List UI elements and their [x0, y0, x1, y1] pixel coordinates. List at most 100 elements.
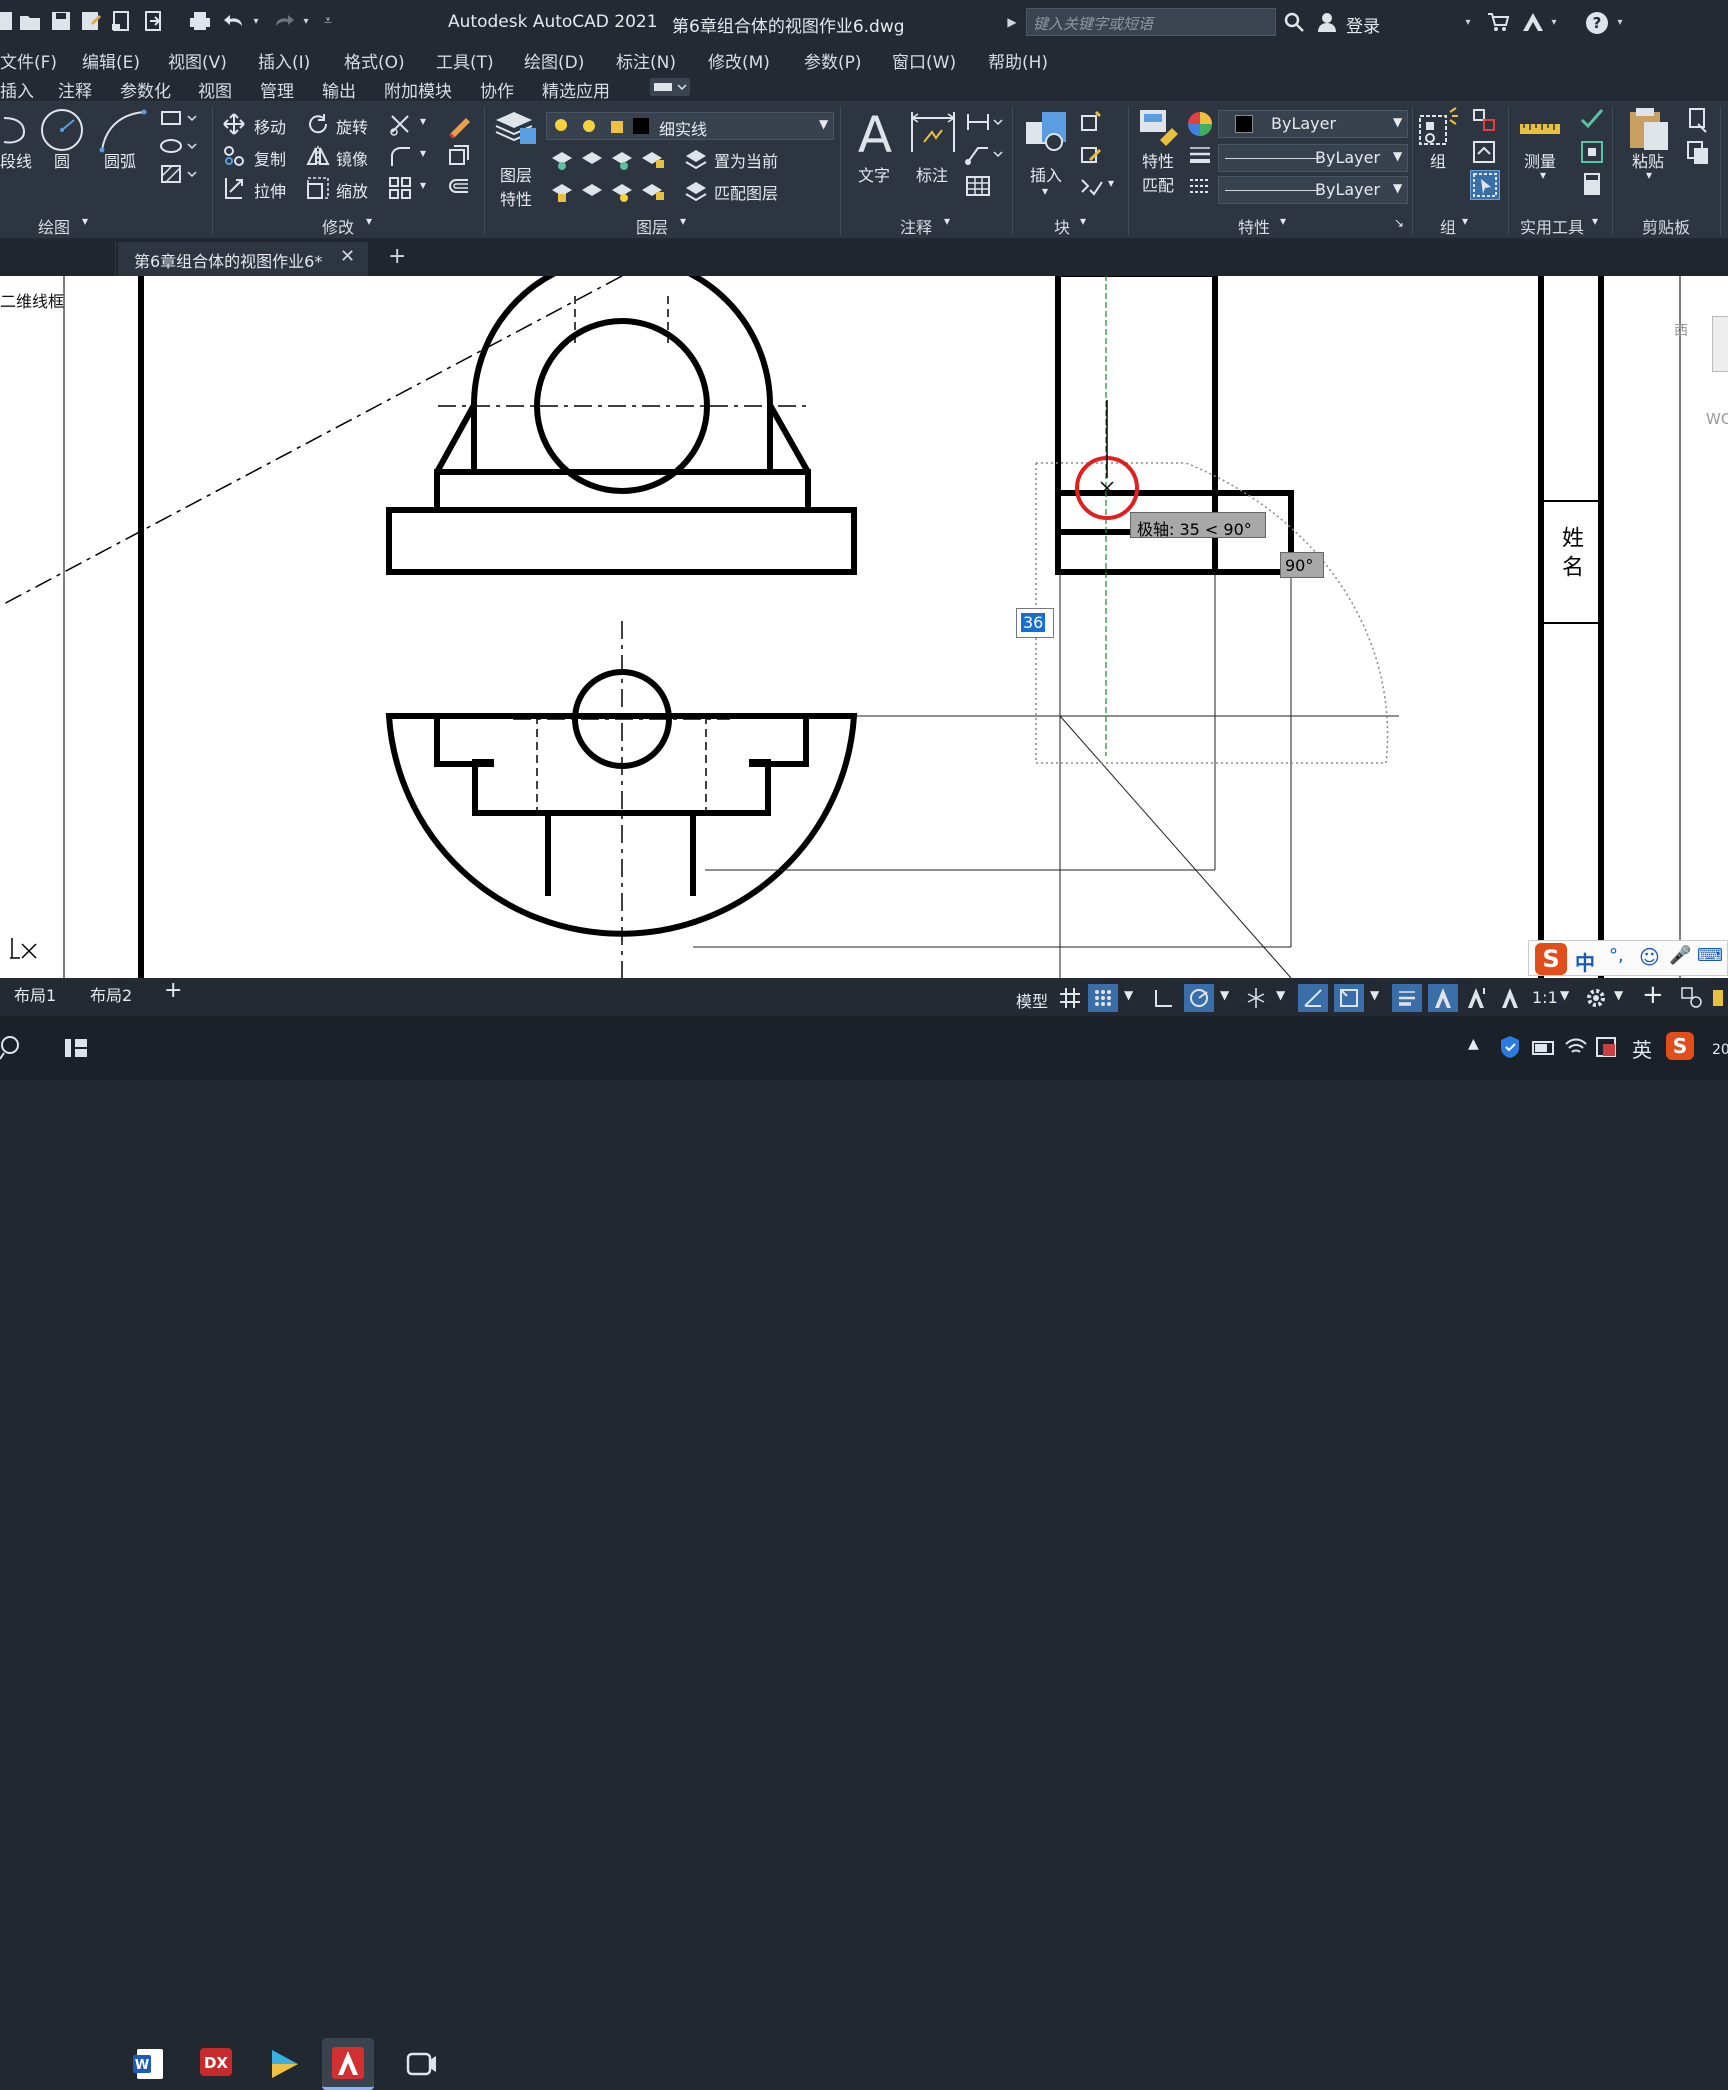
match-properties-label-1[interactable]: 特性 [1142, 148, 1174, 172]
drawing-canvas[interactable]: 二维线框 极轴: 35 < 90° 90° 36 姓 名 西 WC S 中 °,… [0, 276, 1728, 978]
linetype-dropdown[interactable]: ByLayer ▼ [1218, 176, 1408, 204]
auto-scale-icon[interactable] [1462, 984, 1490, 1012]
copy-label[interactable]: 复制 [254, 146, 286, 170]
paste-dropdown-icon[interactable]: ▾ [1646, 168, 1652, 182]
annotation-scale-value[interactable]: 1:1 [1532, 988, 1558, 1007]
login-dropdown-icon[interactable]: ▾ [1462, 12, 1474, 32]
lineweight-icon[interactable] [1186, 142, 1214, 166]
search-expand-icon[interactable]: ▶ [1006, 12, 1018, 32]
linear-dim-icon[interactable] [964, 110, 1004, 134]
menu-edit[interactable]: 编辑(E) [82, 48, 140, 73]
undo-dropdown-icon[interactable]: ▾ [250, 10, 262, 32]
dimension-label[interactable]: 标注 [916, 162, 948, 186]
group-icon[interactable] [1416, 106, 1460, 150]
menu-modify[interactable]: 修改(M) [708, 48, 770, 73]
trim-dropdown-icon[interactable]: ▾ [420, 114, 426, 128]
move-icon[interactable] [222, 112, 246, 136]
make-current-icon[interactable] [682, 146, 710, 172]
rotate-label[interactable]: 旋转 [336, 114, 368, 138]
autocad-app-icon[interactable] [322, 2038, 374, 2090]
annotation-expand-icon[interactable]: ▾ [944, 214, 950, 228]
ime-mode-label[interactable]: 中 [1575, 947, 1595, 976]
task-view-icon[interactable] [56, 1026, 96, 1070]
annotation-visibility-icon[interactable] [1428, 984, 1458, 1012]
start-tab[interactable] [0, 242, 116, 276]
match-properties-icon[interactable] [1136, 106, 1186, 150]
panel-title-utilities[interactable]: 实用工具 [1520, 214, 1584, 238]
new-tab-icon[interactable]: + [388, 244, 406, 269]
offset-icon[interactable] [446, 176, 472, 200]
menu-dimension[interactable]: 标注(N) [616, 48, 676, 73]
layer-properties-label-2[interactable]: 特性 [500, 186, 532, 210]
isodraft-dropdown-icon[interactable]: ▼ [1276, 988, 1285, 1002]
explode-icon[interactable] [446, 144, 472, 168]
snap-dropdown-icon[interactable]: ▼ [1124, 988, 1133, 1002]
print-icon[interactable] [188, 10, 212, 32]
dimension-icon[interactable] [908, 108, 958, 158]
cart-icon[interactable] [1486, 10, 1510, 34]
group-label[interactable]: 组 [1430, 148, 1446, 172]
group-select-icon[interactable] [1470, 170, 1500, 200]
mirror-icon[interactable] [306, 144, 330, 168]
open-from-web-icon[interactable] [110, 10, 132, 32]
stretch-label[interactable]: 拉伸 [254, 178, 286, 202]
groups-expand-icon[interactable]: ▾ [1462, 214, 1468, 228]
polyline-icon[interactable] [0, 110, 32, 150]
search-input[interactable]: 键入关键字或短语 [1026, 8, 1276, 36]
wcs-label[interactable]: WC [1706, 410, 1728, 428]
insert-dropdown-icon[interactable]: ▾ [1042, 184, 1048, 198]
dx-app-icon[interactable]: DX [190, 2038, 242, 2090]
workspace-dropdown-icon[interactable]: ▼ [1614, 988, 1623, 1002]
snap-mode-icon[interactable] [1088, 984, 1118, 1012]
camera-app-icon[interactable] [396, 2038, 448, 2090]
fillet-icon[interactable] [388, 144, 414, 168]
utilities-expand-icon[interactable]: ▾ [1592, 214, 1598, 228]
move-label[interactable]: 移动 [254, 114, 286, 138]
redo-dropdown-icon[interactable]: ▾ [300, 10, 312, 32]
scale-icon[interactable] [306, 176, 330, 200]
arc-label[interactable]: 圆弧 [104, 148, 136, 172]
properties-launcher-icon[interactable]: ↘ [1394, 216, 1404, 230]
color-dropdown-arrow[interactable]: ▼ [1393, 115, 1402, 129]
color-wheel-icon[interactable] [1186, 110, 1214, 138]
menu-view[interactable]: 视图(V) [168, 48, 227, 73]
search-icon[interactable] [1282, 10, 1306, 34]
insert-block-label[interactable]: 插入 [1030, 162, 1062, 186]
layer-dropdown-arrow[interactable]: ▼ [819, 117, 828, 131]
model-space-button[interactable]: 模型 [1016, 988, 1048, 1012]
match-layer-label[interactable]: 匹配图层 [714, 180, 778, 204]
polar-dropdown-icon[interactable]: ▼ [1220, 988, 1229, 1002]
panel-title-layers[interactable]: 图层 [636, 214, 668, 238]
ime-toolbar[interactable]: S 中 °, ☺ 🎤 ⌨ [1528, 940, 1728, 976]
measure-dropdown-icon[interactable]: ▾ [1540, 168, 1546, 182]
trim-icon[interactable] [388, 112, 414, 136]
match-properties-label-2[interactable]: 匹配 [1142, 172, 1174, 196]
scale-label[interactable]: 缩放 [336, 178, 368, 202]
ribbon-minimize-button[interactable] [650, 78, 690, 96]
lineweight-display-icon[interactable] [1392, 984, 1422, 1012]
select-all-icon[interactable] [1578, 138, 1606, 166]
polar-tracking-icon[interactable] [1184, 984, 1214, 1012]
menu-format[interactable]: 格式(O) [344, 48, 405, 73]
add-layout-icon[interactable]: + [164, 978, 182, 1003]
ime-emoji-icon[interactable]: ☺ [1639, 945, 1660, 969]
menu-window[interactable]: 窗口(W) [892, 48, 956, 73]
new-file-icon[interactable] [0, 10, 14, 32]
paste-icon[interactable] [1624, 104, 1674, 154]
user-icon[interactable] [1316, 10, 1338, 34]
create-block-icon[interactable] [1078, 110, 1104, 134]
tab-output[interactable]: 输出 [322, 77, 356, 102]
scale-dropdown-icon[interactable]: ▼ [1560, 988, 1569, 1002]
osnap-dropdown-icon[interactable]: ▼ [1370, 988, 1379, 1002]
ortho-icon[interactable] [1150, 984, 1178, 1012]
measure-icon[interactable] [1516, 108, 1566, 148]
panel-title-groups[interactable]: 组 [1440, 214, 1456, 238]
annotation-monitor-icon[interactable]: + [1642, 980, 1664, 1010]
save-to-web-icon[interactable] [142, 10, 164, 32]
input-language-indicator[interactable]: 英 [1632, 1034, 1652, 1063]
text-icon[interactable]: A [852, 108, 898, 160]
rectangle-icon[interactable] [158, 106, 198, 130]
layer-dropdown[interactable]: 细实线 ▼ [546, 112, 834, 140]
panel-title-block[interactable]: 块 [1054, 214, 1070, 238]
annotation-scale-icon[interactable] [1496, 984, 1524, 1012]
